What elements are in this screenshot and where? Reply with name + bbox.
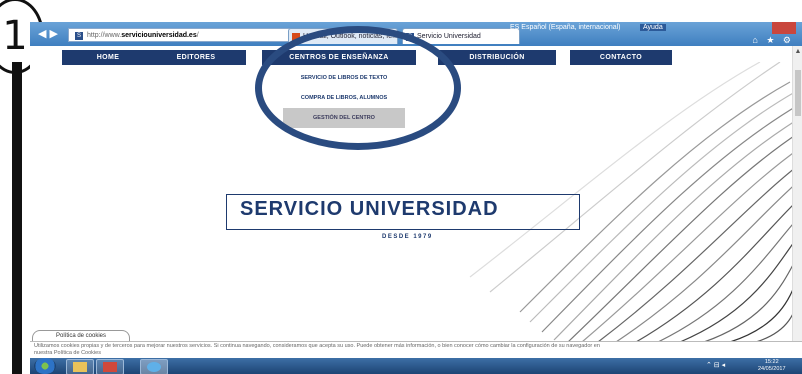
scroll-up-arrow-icon[interactable]: ▲	[793, 48, 802, 55]
browser-screenshot: ◀ ▶ S http://www.serviciouniversidad.es/…	[30, 22, 802, 374]
taskbar-explorer[interactable]	[66, 359, 94, 374]
taskbar-clock[interactable]: 15:22 24/05/2017	[758, 359, 786, 373]
folder-icon	[73, 362, 87, 372]
menu-home[interactable]: HOME	[62, 50, 154, 65]
page-scrollbar[interactable]: ▲	[792, 46, 802, 352]
cookie-policy-link[interactable]: nuestra Política de Cookies	[34, 350, 101, 356]
language-indicator[interactable]: ES Español (España, internacional)	[510, 24, 621, 31]
scroll-thumb[interactable]	[795, 70, 801, 116]
annotation-ellipse	[255, 26, 461, 150]
brand-subtitle: DESDE 1979	[382, 234, 433, 240]
taskbar-media[interactable]	[96, 359, 124, 374]
cookie-banner: Utilizamos cookies propias y de terceros…	[30, 341, 802, 357]
system-tray-icons[interactable]: ⌃ ⊟ ◂	[706, 361, 725, 369]
taskbar-internet-explorer[interactable]	[140, 359, 168, 374]
address-bar[interactable]: S http://www.serviciouniversidad.es/	[68, 28, 316, 42]
annotation-bar	[12, 62, 22, 374]
clock-date: 24/05/2017	[758, 366, 786, 372]
windows-taskbar: ⌃ ⊟ ◂ 15:22 24/05/2017	[30, 358, 802, 374]
window-close-button[interactable]	[772, 22, 796, 34]
back-forward-icons[interactable]: ◀ ▶	[38, 27, 58, 40]
site-favicon: S	[75, 32, 83, 40]
brand-title: SERVICIO UNIVERSIDAD	[240, 198, 499, 220]
cookie-text: Utilizamos cookies propias y de terceros…	[34, 343, 600, 349]
media-icon	[103, 362, 117, 372]
start-button[interactable]	[34, 358, 56, 374]
clock-time: 15:22	[764, 359, 779, 365]
menu-editores[interactable]: EDITORES	[146, 50, 246, 65]
internet-explorer-icon	[147, 362, 161, 372]
help-button[interactable]: Ayuda	[640, 24, 666, 31]
home-favorites-settings-icons[interactable]: ⌂ ★ ⚙	[752, 35, 794, 46]
